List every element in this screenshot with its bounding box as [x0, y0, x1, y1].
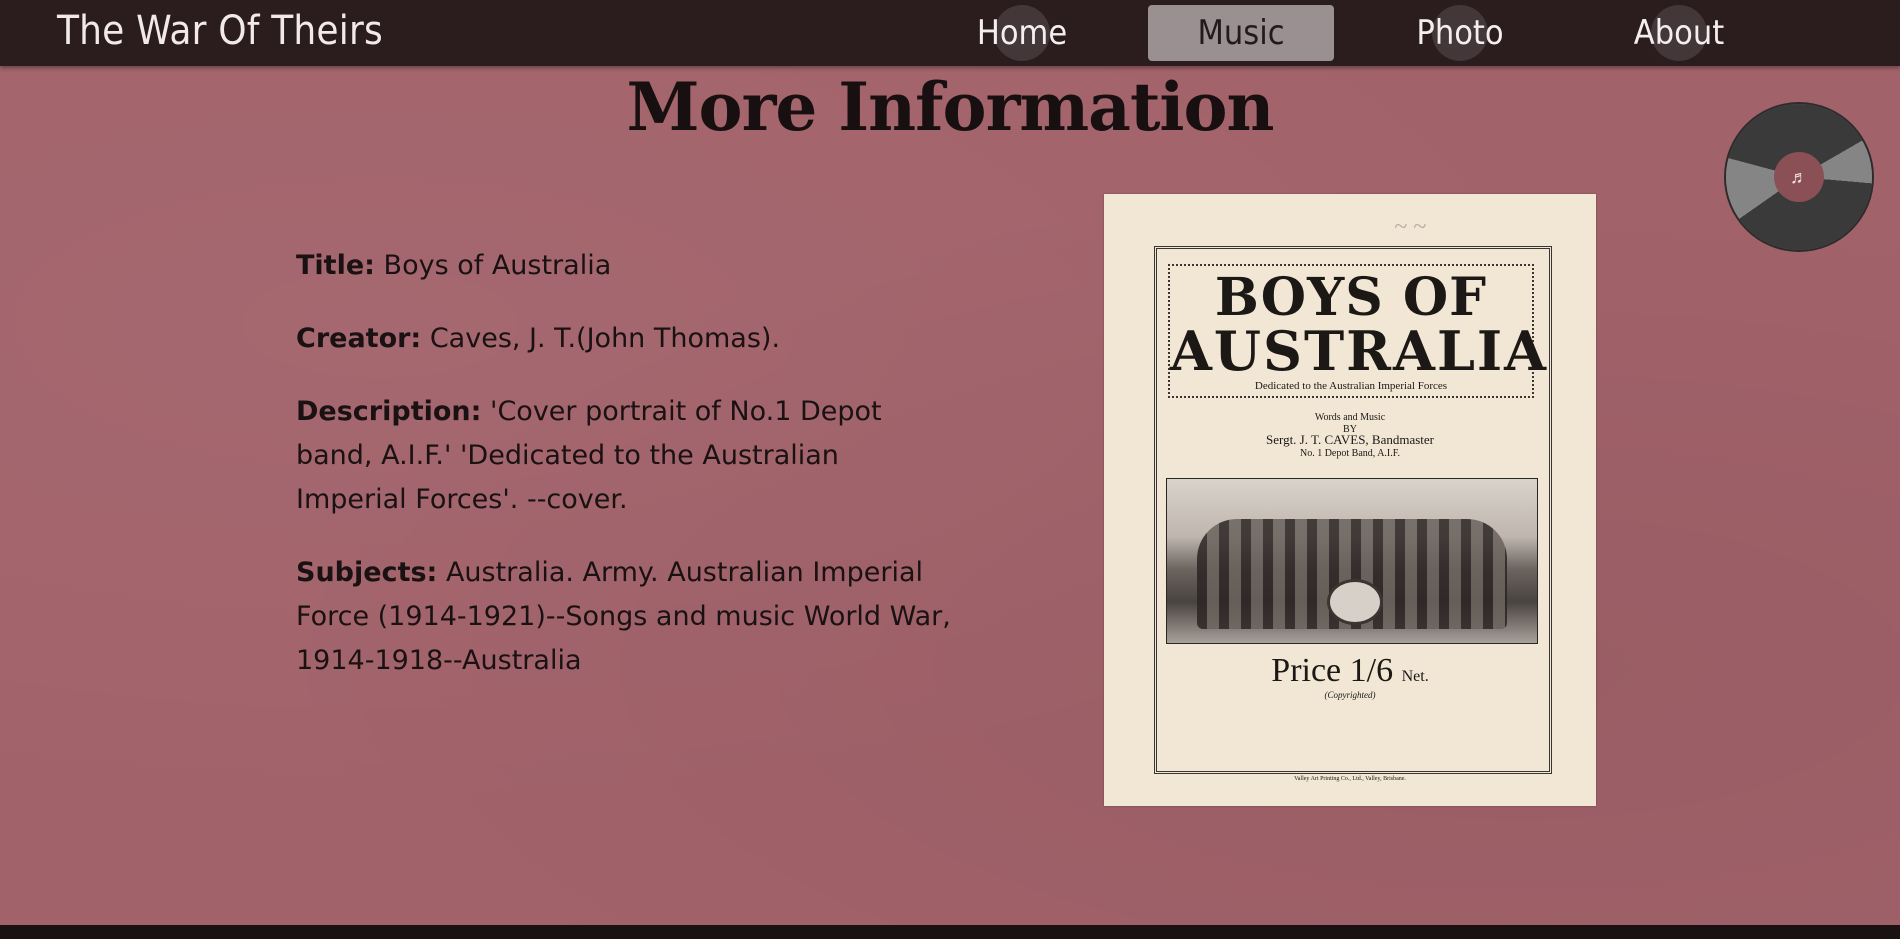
page-title: More Information [626, 68, 1274, 146]
band-photo [1166, 478, 1538, 644]
subjects-label: Subjects: [296, 557, 438, 588]
nav-music[interactable]: Music [1148, 5, 1334, 61]
cover-printer: Valley Art Printing Co., Ltd., Valley, B… [1294, 776, 1406, 782]
nav-music-label: Music [1197, 13, 1285, 53]
handwritten-signature: ~ ~ [1394, 214, 1426, 240]
record-label: ♬ [1774, 152, 1824, 202]
nav-home[interactable]: Home [929, 5, 1115, 61]
cover-copyright: (Copyrighted) [1324, 690, 1376, 700]
creator-label: Creator: [296, 323, 422, 354]
cover-title-line1: BOYS OF [1214, 267, 1488, 328]
cover-price-text: Price 1/6 [1271, 652, 1394, 689]
footer-bar [0, 925, 1900, 939]
cover-words-text: Words and Music [1314, 412, 1386, 423]
cover-price-suffix: Net. [1401, 668, 1429, 685]
cover-title-line2: AUSTRALIA [1170, 319, 1549, 383]
nav-photo[interactable]: Photo [1367, 5, 1553, 61]
nav-photo-label: Photo [1416, 13, 1504, 53]
creator-value: Caves, J. T.(John Thomas). [429, 323, 781, 354]
nav-home-label: Home [976, 13, 1068, 53]
sheet-music-cover-image: ~ ~ BOYS OF AUSTRALIA Dedicated to the A… [1104, 194, 1596, 806]
cover-author: Sergt. J. T. CAVES, Bandmaster [1265, 432, 1435, 447]
title-value: Boys of Australia [383, 250, 612, 281]
info-subjects: Subjects: Australia. Army. Australian Im… [296, 551, 956, 683]
info-creator: Creator: Caves, J. T.(John Thomas). [296, 317, 956, 361]
title-label: Title: [296, 250, 375, 281]
site-brand[interactable]: The War Of Theirs [57, 8, 383, 54]
info-panel: Title: Boys of Australia Creator: Caves,… [296, 244, 956, 712]
vinyl-record-icon[interactable]: ♬ [1726, 104, 1872, 250]
cover-price: Price 1/6 Net. [1104, 652, 1596, 690]
description-label: Description: [296, 396, 482, 427]
nav-about[interactable]: About [1586, 5, 1772, 61]
music-note-icon: ♬ [1790, 167, 1808, 187]
nav-about-label: About [1633, 13, 1725, 53]
cover-depot: No. 1 Depot Band, A.I.F. [1299, 448, 1401, 459]
bass-drum [1327, 579, 1383, 625]
info-title: Title: Boys of Australia [296, 244, 956, 288]
cover-title-box: BOYS OF AUSTRALIA Dedicated to the Austr… [1168, 264, 1549, 398]
info-description: Description: 'Cover portrait of No.1 Dep… [296, 390, 956, 522]
top-navbar: The War Of Theirs Home Music Photo About [0, 0, 1900, 66]
